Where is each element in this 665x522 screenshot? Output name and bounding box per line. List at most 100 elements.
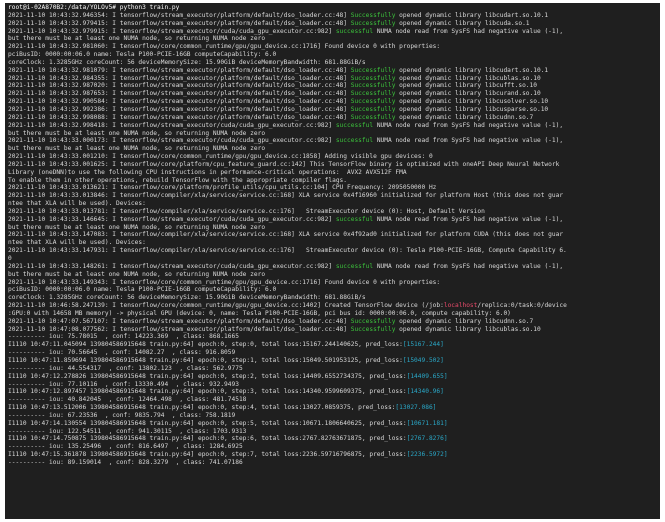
terminal-line: 2021-11-10 10:43:33.001210: I tensorflow… [8,153,657,161]
text-loss: [15167.244] [402,341,444,349]
text-segment: opened dynamic library libcudart.so.10.1 [395,11,549,19]
text-success: Successfully [350,19,396,27]
terminal-line: I1110 10:47:11.859694 139804586915648 tr… [8,357,657,365]
text-loss: [2767.8276] [406,435,448,443]
terminal-line: ntee that XLA will be used). Devices: [8,200,657,208]
text-success: Successfully [350,66,396,74]
terminal-line: 2021-11-10 10:43:32.987653: I tensorflow… [8,90,657,98]
text-loss: [14340.96] [406,388,444,396]
text-segment: 2021-11-10 10:43:32.946354: I tensorflow… [8,11,351,19]
text-segment: ---------- iou: 77.10116 , conf: 13330.4… [8,380,239,388]
terminal-line: ---------- iou: 67.23536 , conf: 9835.79… [8,412,657,420]
terminal-line: 2021-11-10 10:43:32.984355: I tensorflow… [8,75,657,83]
text-segment: opened dynamic library libcudnn.so.7 [395,317,534,325]
text-segment: 2021-11-10 10:43:33.149343: I tensorflow… [8,278,441,286]
text-loss: [10671.181] [406,419,448,427]
text-success: successful [335,137,374,145]
text-segment: I1110 10:47:12.278826 139804586915648 tr… [8,372,407,380]
text-success: Successfully [350,11,396,19]
text-segment: /replica:0/task:0/device [477,302,567,310]
text-success: Successfully [350,74,396,82]
terminal-line: 2021-11-10 10:43:33.000173: I tensorflow… [8,137,657,145]
text-success: successful [335,121,374,129]
text-segment: 2021-11-10 10:43:32.979915: I tensorflow… [8,27,336,35]
text-segment: I1110 10:47:12.897457 139804586915648 tr… [8,388,407,396]
text-loss: [2236.5972] [406,451,448,459]
text-success: Successfully [350,82,396,90]
text-segment: 2021-11-10 10:43:33.000173: I tensorflow… [8,137,336,145]
text-segment: pciBusID: 0000:00:06.0 name: Tesla P100-… [8,51,277,59]
terminal-line: root@i-02A870B2:/data/YOLOv5# python3 tr… [8,4,657,12]
text-loss: [15049.502] [402,356,444,364]
text-segment: ---------- iou: 44.554317 , conf: 13802.… [8,364,243,372]
terminal-line: 2021-11-10 10:43:33.013621: I tensorflow… [8,184,657,192]
text-segment: coreClock: 1.3285GHz coreCount: 56 devic… [8,294,366,302]
text-host: localhost [443,302,478,310]
text-segment: opened dynamic library libcusolver.so.10 [395,98,549,106]
text-segment: I1110 10:47:11.045094 139804586915648 tr… [8,341,403,349]
text-segment: 2021-11-10 10:43:32.998088: I tensorflow… [8,113,351,121]
text-segment: 2021-11-10 10:43:32.987020: I tensorflow… [8,82,351,90]
text-segment: I1110 10:47:14.750875 139804586915648 tr… [8,435,407,443]
text-segment: I1110 10:47:14.130554 139804586915648 tr… [8,419,407,427]
terminal-line: but there must be at least one NUMA node… [8,224,657,232]
text-segment: opened dynamic library libcurand.so.10 [395,90,541,98]
text-success: Successfully [350,317,396,325]
terminal-line: ntee that XLA will be used). Devices: [8,239,657,247]
text-segment: ---------- iou: 70.56645 , conf: 14082.2… [8,349,236,357]
terminal-line: 2021-11-10 10:43:33.146645: I tensorflow… [8,216,657,224]
text-segment: but there must be at least one NUMA node… [8,270,266,278]
terminal-line: 2021-11-10 10:47:07.567107: I tensorflow… [8,318,657,326]
terminal-line: 2021-11-10 10:43:32.998418: I tensorflow… [8,122,657,130]
terminal-window[interactable]: root@i-02A870B2:/data/YOLOv5# python3 tr… [5,3,660,519]
text-segment: but there must be at least one NUMA node… [8,145,266,153]
terminal-line: 2021-11-10 10:43:33.013781: I tensorflow… [8,208,657,216]
terminal-line: ---------- iou: 135.25496 , conf: 816.64… [8,443,657,451]
text-segment: Library (oneDNN)to use the following CPU… [8,168,407,176]
terminal-line: 2021-11-10 10:43:33.147083: I tensorflow… [8,231,657,239]
text-segment: 2021-11-10 10:43:33.146645: I tensorflow… [8,215,336,223]
text-loss: [14409.655] [406,372,448,380]
text-segment: opened dynamic library libcuda.so.1 [395,19,530,27]
terminal-line: I1110 10:47:11.045094 139804586915648 tr… [8,341,657,349]
text-segment: NUMA node read from SysFS had negative v… [373,137,564,145]
text-segment: opened dynamic library libcublas.so.10 [395,74,541,82]
text-segment: opened dynamic library libcublas.so.10 [395,325,541,333]
terminal-line: 2021-11-10 10:43:32.979915: I tensorflow… [8,28,657,36]
terminal-line: 2021-11-10 10:43:32.946354: I tensorflow… [8,12,657,20]
text-segment: NUMA node read from SysFS had negative v… [373,27,564,35]
text-segment: 2021-11-10 10:43:33.013846: I tensorflow… [8,192,564,200]
text-segment: ---------- iou: 75.78015 , conf: 14223.3… [8,333,239,341]
text-segment: NUMA node read from SysFS had negative v… [373,121,564,129]
text-segment: ---------- iou: 67.23536 , conf: 9835.79… [8,411,236,419]
text-segment: I1110 10:47:13.512006 139804586915648 tr… [8,404,396,412]
terminal-line: ---------- iou: 75.78015 , conf: 14223.3… [8,333,657,341]
text-prompt: root@i-02A870B2:/data/YOLOv5# python3 tr… [8,4,180,11]
text-segment: opened dynamic library libcufft.so.10 [395,82,537,90]
terminal-line: 2021-11-10 10:43:32.981079: I tensorflow… [8,67,657,75]
text-segment: 2021-11-10 10:43:32.984355: I tensorflow… [8,74,351,82]
text-segment: NUMA node read from SysFS had negative v… [373,262,564,270]
terminal-line: I1110 10:47:14.750875 139804586915648 tr… [8,435,657,443]
text-segment: opened dynamic library libcusparse.so.10 [395,105,549,113]
text-segment: ---------- iou: 40.842045 , conf: 12464.… [8,396,247,404]
text-segment: 2021-11-10 10:43:33.001210: I tensorflow… [8,153,433,161]
text-success: successful [335,27,374,35]
terminal-line: ---------- iou: 44.554317 , conf: 13802.… [8,365,657,373]
terminal-line: I1110 10:47:15.361878 139804586915648 tr… [8,451,657,459]
terminal-line: I1110 10:47:14.130554 139804586915648 tr… [8,420,657,428]
terminal-line: To enable them in other operations, rebu… [8,177,657,185]
text-segment: coreClock: 1.3285GHz coreCount: 56 devic… [8,58,366,66]
text-segment: but there must be at least one NUMA node… [8,129,266,137]
terminal-line: 2021-11-10 10:43:32.998088: I tensorflow… [8,114,657,122]
terminal-line: 2021-11-10 10:46:58.247139: I tensorflow… [8,302,657,310]
terminal-line: ---------- iou: 89.159014 , conf: 828.32… [8,459,657,467]
text-segment: 2021-11-10 10:43:32.979415: I tensorflow… [8,19,351,27]
terminal-line: 2021-11-10 10:43:32.987020: I tensorflow… [8,82,657,90]
text-segment: pciBusID: 0000:00:06.0 name: Tesla P100-… [8,286,277,294]
text-segment: 2021-11-10 10:43:33.013781: I tensorflow… [8,207,485,215]
text-segment: 0 [8,255,12,262]
text-segment: but there must be at least one NUMA node… [8,35,266,43]
terminal-line: but there must be at least one NUMA node… [8,145,657,153]
text-loss: [13027.086] [395,404,437,412]
